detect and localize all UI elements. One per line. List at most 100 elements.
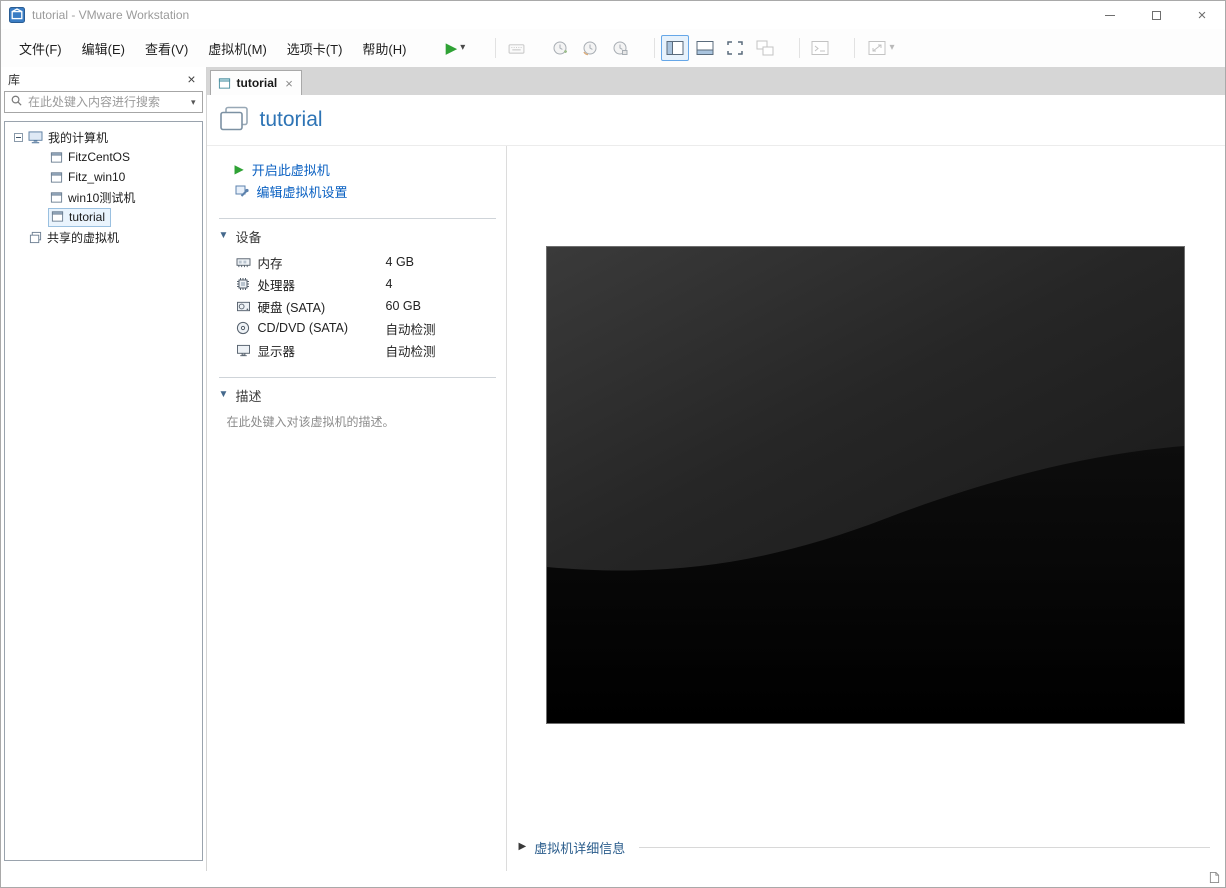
snapshot-manager-button[interactable] bbox=[606, 35, 634, 61]
vm-details-toggle[interactable]: ▶ 虚拟机详细信息 bbox=[507, 823, 1225, 871]
search-input[interactable] bbox=[28, 95, 183, 109]
stretch-icon bbox=[868, 40, 886, 56]
menu-view[interactable]: 查看(V) bbox=[135, 35, 198, 62]
vm-icon bbox=[50, 171, 63, 184]
tree-item-fitz-win10[interactable]: Fitz_win10 bbox=[5, 167, 202, 187]
devices-section-header[interactable]: ▼ 设备 bbox=[219, 226, 496, 246]
edit-settings-icon bbox=[235, 184, 249, 198]
menu-toolbar-row: 文件(F) 编辑(E) 查看(V) 虚拟机(M) 选项卡(T) 帮助(H) ▶ … bbox=[1, 29, 1225, 67]
tree-item-label: 共享的虚拟机 bbox=[47, 230, 120, 245]
menu-vm[interactable]: 虚拟机(M) bbox=[198, 35, 277, 62]
take-snapshot-button[interactable] bbox=[546, 35, 574, 61]
tree-item-tutorial[interactable]: tutorial bbox=[5, 207, 202, 227]
library-close-button[interactable]: × bbox=[183, 72, 199, 86]
maximize-button[interactable] bbox=[1133, 1, 1179, 29]
chevron-down-icon: ▼ bbox=[218, 230, 229, 241]
description-section-header[interactable]: ▼ 描述 bbox=[219, 385, 496, 405]
tree-item-shared-vms[interactable]: 共享的虚拟机 bbox=[5, 227, 202, 247]
vm-header: tutorial bbox=[206, 95, 1225, 146]
device-row-processors[interactable]: 处理器 4 bbox=[235, 273, 496, 295]
chevron-right-icon: ▶ bbox=[518, 841, 527, 852]
shared-vms-icon bbox=[29, 231, 42, 244]
cd-dvd-icon bbox=[235, 321, 252, 335]
close-icon: × bbox=[1197, 6, 1207, 24]
tab-bar: tutorial × bbox=[206, 67, 1225, 95]
vm-title: tutorial bbox=[259, 108, 323, 131]
caret-down-icon: ▾ bbox=[460, 42, 466, 53]
chevron-down-icon: ▼ bbox=[218, 389, 229, 400]
devices-section-title: 设备 bbox=[235, 229, 262, 245]
device-row-display[interactable]: 显示器 自动检测 bbox=[235, 339, 496, 361]
send-ctrl-alt-del-button[interactable] bbox=[502, 35, 530, 61]
tree-item-label: FitzCentOS bbox=[68, 150, 131, 164]
section-divider bbox=[218, 377, 496, 378]
tree-item-fitzcentos[interactable]: FitzCentOS bbox=[5, 147, 202, 167]
full-screen-button[interactable] bbox=[721, 35, 749, 61]
device-value: 自动检测 bbox=[385, 322, 436, 337]
library-header: 库 × bbox=[1, 67, 206, 91]
titlebar: tutorial - VMware Workstation × bbox=[1, 1, 1225, 29]
tab-label: tutorial bbox=[236, 76, 278, 90]
device-value: 4 GB bbox=[385, 255, 415, 269]
unity-mode-button[interactable] bbox=[751, 35, 779, 61]
menu-help[interactable]: 帮助(H) bbox=[352, 35, 416, 62]
show-library-button[interactable] bbox=[661, 35, 690, 61]
vm-details-label: 虚拟机详细信息 bbox=[534, 840, 626, 856]
device-value: 4 bbox=[385, 277, 393, 291]
menu-tabs[interactable]: 选项卡(T) bbox=[277, 35, 353, 62]
vm-icon bbox=[50, 191, 63, 204]
vm-icon bbox=[50, 151, 63, 164]
vmware-workstation-window: tutorial - VMware Workstation × 文件(F) 编辑… bbox=[0, 0, 1226, 888]
status-bar bbox=[1, 871, 1225, 887]
power-on-vm-link[interactable]: ▶ 开启此虚拟机 bbox=[235, 158, 496, 180]
device-row-memory[interactable]: 内存 4 GB bbox=[235, 251, 496, 273]
tree-item-label: 我的计算机 bbox=[48, 130, 109, 145]
description-placeholder[interactable]: 在此处键入对该虚拟机的描述。 bbox=[227, 413, 496, 430]
main-area: tutorial × tutorial ▶ 开启此虚拟机 编辑虚拟机设置 ▼ 设… bbox=[206, 67, 1225, 871]
display-icon bbox=[235, 344, 252, 357]
window-title: tutorial - VMware Workstation bbox=[32, 8, 190, 22]
vm-large-icon bbox=[219, 106, 249, 135]
tree-item-my-computer[interactable]: 我的计算机 bbox=[5, 127, 202, 147]
search-dropdown-icon[interactable]: ▾ bbox=[188, 97, 199, 108]
device-value: 60 GB bbox=[385, 299, 421, 313]
library-panel-icon bbox=[666, 40, 684, 56]
vm-tab-icon bbox=[218, 77, 231, 90]
menu-file[interactable]: 文件(F) bbox=[9, 35, 72, 62]
minimize-button[interactable] bbox=[1087, 1, 1133, 29]
unity-icon bbox=[756, 40, 774, 56]
computer-icon bbox=[28, 130, 43, 144]
tree-item-label: Fitz_win10 bbox=[68, 170, 126, 184]
library-sidebar: 库 × ▾ 我的计算机 bbox=[1, 67, 207, 871]
toolbar-separator bbox=[654, 38, 656, 58]
toolbar: ▶ ▾ ▾ bbox=[434, 35, 902, 61]
device-label: 处理器 bbox=[257, 278, 296, 293]
device-label: 硬盘 (SATA) bbox=[257, 300, 326, 315]
menu-edit[interactable]: 编辑(E) bbox=[72, 35, 135, 62]
library-tree: 我的计算机 FitzCentOS Fitz_win10 win10测试机 tut… bbox=[4, 121, 203, 861]
console-icon bbox=[811, 40, 829, 56]
device-row-cd-dvd[interactable]: CD/DVD (SATA) 自动检测 bbox=[235, 317, 496, 339]
tab-tutorial[interactable]: tutorial × bbox=[209, 70, 302, 95]
power-on-button[interactable]: ▶ ▾ bbox=[435, 35, 475, 61]
revert-snapshot-button[interactable] bbox=[576, 35, 604, 61]
vm-screen-preview[interactable] bbox=[546, 245, 1186, 724]
close-button[interactable]: × bbox=[1179, 1, 1225, 29]
device-row-hard-disk[interactable]: 硬盘 (SATA) 60 GB bbox=[235, 295, 496, 317]
revert-clock-icon bbox=[582, 40, 598, 56]
vm-preview-pane: ▶ 虚拟机详细信息 bbox=[507, 146, 1225, 871]
devices-list: 内存 4 GB 处理器 4 硬盘 (SATA) 60 GB CD/DVD (SA… bbox=[219, 251, 496, 361]
tree-expander-icon[interactable] bbox=[14, 132, 23, 142]
edit-vm-settings-link[interactable]: 编辑虚拟机设置 bbox=[235, 180, 496, 202]
tab-close-icon[interactable]: × bbox=[283, 77, 293, 90]
device-value: 自动检测 bbox=[385, 344, 436, 359]
console-view-button[interactable] bbox=[806, 35, 834, 61]
vm-icon bbox=[51, 210, 64, 223]
tree-item-win10-test[interactable]: win10测试机 bbox=[5, 187, 202, 207]
show-thumbnail-bar-button[interactable] bbox=[691, 35, 719, 61]
tree-item-label: tutorial bbox=[69, 209, 106, 224]
status-message-icon[interactable] bbox=[1209, 871, 1220, 887]
free-stretch-button[interactable]: ▾ bbox=[861, 35, 901, 61]
toolbar-separator bbox=[854, 38, 856, 58]
minimize-icon bbox=[1105, 14, 1115, 16]
